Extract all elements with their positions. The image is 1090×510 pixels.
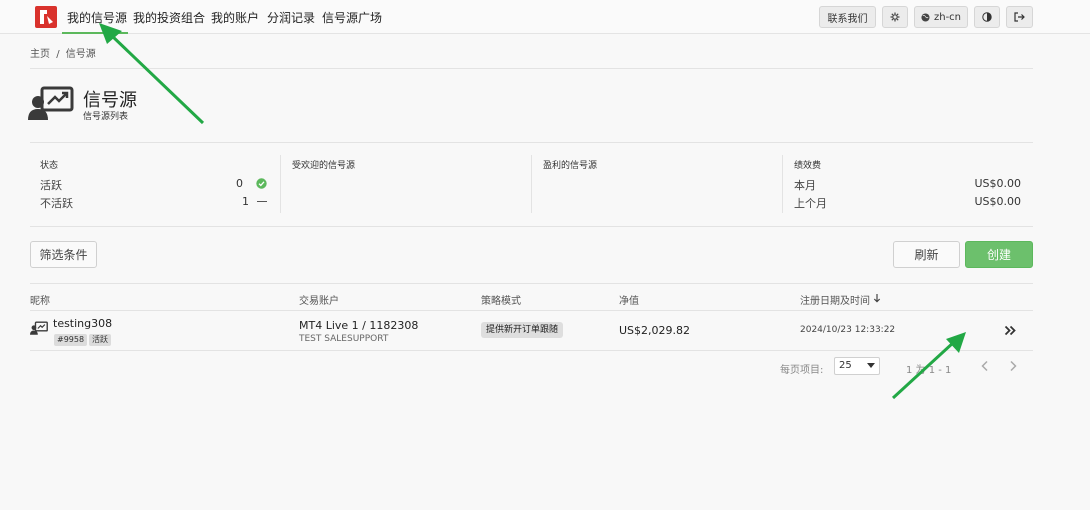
stat-separator <box>531 155 532 213</box>
nav-my-signals[interactable]: 我的信号源 <box>67 9 127 26</box>
row-account: MT4 Live 1 / 1182308 <box>299 319 419 332</box>
per-page-select[interactable]: 25 <box>834 357 880 375</box>
theme-toggle-button[interactable] <box>974 6 1000 28</box>
stat-this-month-label: 本月 <box>794 179 816 192</box>
sort-down-icon[interactable] <box>873 293 881 303</box>
stat-popular-title: 受欢迎的信号源 <box>292 161 356 171</box>
filter-button[interactable]: 筛选条件 <box>30 241 97 268</box>
breadcrumb-separator: / <box>56 49 60 60</box>
stat-active-label: 活跃 <box>40 179 62 192</box>
double-chevron-right-icon[interactable] <box>1004 325 1017 336</box>
row-equity: US$2,029.82 <box>619 324 691 337</box>
breadcrumb-divider <box>30 68 1033 69</box>
brand-logo[interactable] <box>35 6 57 28</box>
stat-this-month-value: US$0.00 <box>974 177 1021 190</box>
pagination-range: 1 为 1 - 1 <box>906 365 952 376</box>
row-account-holder: TEST SALESUPPORT <box>299 334 389 344</box>
breadcrumb: 主页 / 信号源 <box>30 45 96 60</box>
check-circle-icon <box>256 178 267 189</box>
per-page-label: 每页项目: <box>780 365 824 376</box>
row-nickname[interactable]: testing308 <box>53 317 112 330</box>
contrast-icon <box>982 12 992 22</box>
globe-icon <box>921 12 930 22</box>
stat-inactive-label: 不活跃 <box>40 197 73 210</box>
per-page-value: 25 <box>839 360 852 371</box>
stat-separator <box>280 155 281 213</box>
column-header-account[interactable]: 交易账户 <box>299 292 339 307</box>
language-label: zh-cn <box>933 11 962 23</box>
signal-source-row-icon <box>30 321 48 335</box>
page-subtitle: 信号源列表 <box>83 112 129 122</box>
stat-last-month-label: 上个月 <box>794 197 827 210</box>
nav-signal-market[interactable]: 信号源广场 <box>322 9 382 26</box>
contact-us-button[interactable]: 联系我们 <box>819 6 876 28</box>
row-strategy-mode: 提供新开订单跟随 <box>481 322 564 338</box>
row-id-tag: #9958 <box>54 334 88 346</box>
nav-active-indicator <box>62 32 128 34</box>
breadcrumb-home[interactable]: 主页 <box>30 49 50 60</box>
nav-profit-share[interactable]: 分润记录 <box>267 9 315 26</box>
toolbar-divider <box>30 283 1033 284</box>
signal-source-icon <box>28 86 74 120</box>
stat-separator <box>782 155 783 213</box>
column-header-nickname[interactable]: 昵称 <box>30 292 50 307</box>
stat-fees-title: 绩效费 <box>794 161 822 171</box>
nav-my-portfolio[interactable]: 我的投资组合 <box>133 9 205 26</box>
top-navbar: 我的信号源 我的投资组合 我的账户 分润记录 信号源广场 联系我们 zh-cn <box>0 0 1090 34</box>
table-row-divider <box>30 350 1033 351</box>
nav-my-accounts[interactable]: 我的账户 <box>211 9 259 26</box>
row-status-tag: 活跃 <box>89 334 111 346</box>
stat-profitable-title: 盈利的信号源 <box>543 161 598 171</box>
gear-icon <box>890 12 900 22</box>
logout-icon <box>1014 12 1025 22</box>
refresh-button[interactable]: 刷新 <box>893 241 960 268</box>
chevron-left-icon[interactable] <box>980 360 990 372</box>
stat-active-count: 0 <box>236 177 243 190</box>
table-header-divider <box>30 310 1033 311</box>
column-header-equity[interactable]: 净值 <box>619 292 639 307</box>
column-header-mode[interactable]: 策略模式 <box>481 292 521 307</box>
stats-divider <box>30 226 1033 227</box>
language-button[interactable]: zh-cn <box>914 6 968 28</box>
caret-down-icon <box>867 363 875 368</box>
stat-inactive-count: 1 <box>242 195 249 208</box>
create-button[interactable]: 创建 <box>965 241 1033 268</box>
column-header-registered[interactable]: 注册日期及时间 <box>800 292 870 307</box>
row-registered-date: 2024/10/23 12:33:22 <box>800 325 896 335</box>
contact-us-label: 联系我们 <box>827 13 868 25</box>
header-divider <box>30 142 1033 143</box>
dash-icon <box>257 201 267 202</box>
logout-button[interactable] <box>1006 6 1033 28</box>
settings-button[interactable] <box>882 6 908 28</box>
stat-status-title: 状态 <box>40 161 59 171</box>
stat-last-month-value: US$0.00 <box>974 195 1021 208</box>
chevron-right-icon[interactable] <box>1008 360 1018 372</box>
breadcrumb-current: 信号源 <box>65 49 96 60</box>
